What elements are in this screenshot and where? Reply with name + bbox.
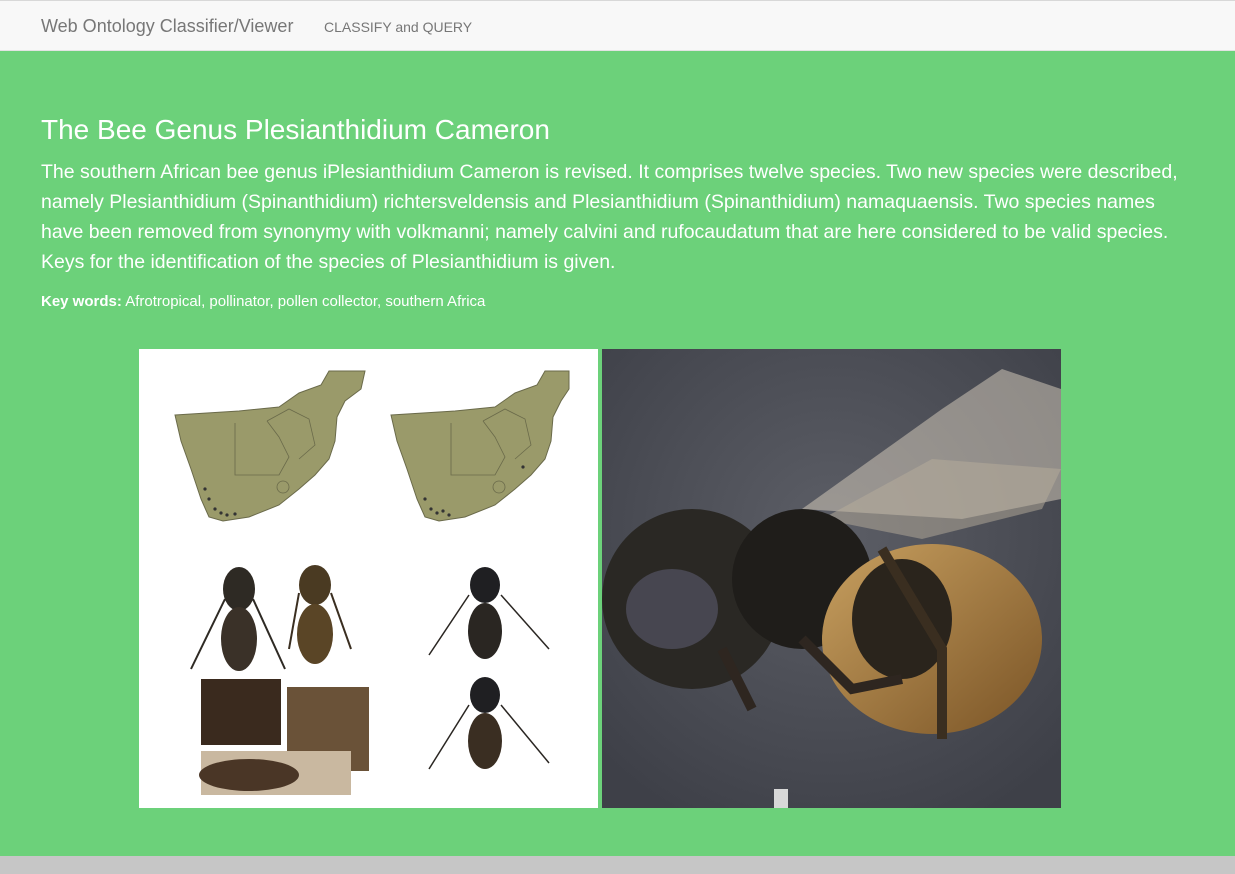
navbar: Web Ontology Classifier/Viewer CLASSIFY … (0, 0, 1235, 51)
hero-section: The Bee Genus Plesianthidium Cameron The… (0, 51, 1235, 856)
bee-specimen-dorsal-4 (428, 677, 550, 770)
navbar-brand[interactable]: Web Ontology Classifier/Viewer (41, 16, 293, 37)
pin (774, 789, 788, 808)
keywords-text: Afrotropical, pollinator, pollen collect… (125, 293, 486, 310)
southern-africa-map-1 (174, 370, 366, 522)
abstract-text: The southern African bee genus iPlesiant… (41, 161, 1178, 273)
southern-africa-map-2 (390, 370, 570, 522)
maps-specimens-illustration (174, 370, 570, 795)
nav-link-classify-query[interactable]: CLASSIFY and QUERY (324, 19, 472, 35)
keywords-label: Key words: (41, 293, 122, 310)
bee-specimen-dorsal-3 (428, 567, 550, 659)
figure-maps-specimens (139, 349, 598, 808)
figure-bee-closeup (602, 349, 1061, 808)
bee-closeup-illustration (602, 349, 1061, 808)
bottom-bar (0, 856, 1235, 874)
keywords: Key words: Afrotropical, pollinator, pol… (41, 293, 485, 310)
bee-head-closeups (199, 679, 369, 795)
page-title: The Bee Genus Plesianthidium Cameron (41, 114, 550, 145)
bee-specimen-dorsal-2 (288, 565, 352, 664)
bee-specimen-dorsal-1 (190, 567, 286, 671)
